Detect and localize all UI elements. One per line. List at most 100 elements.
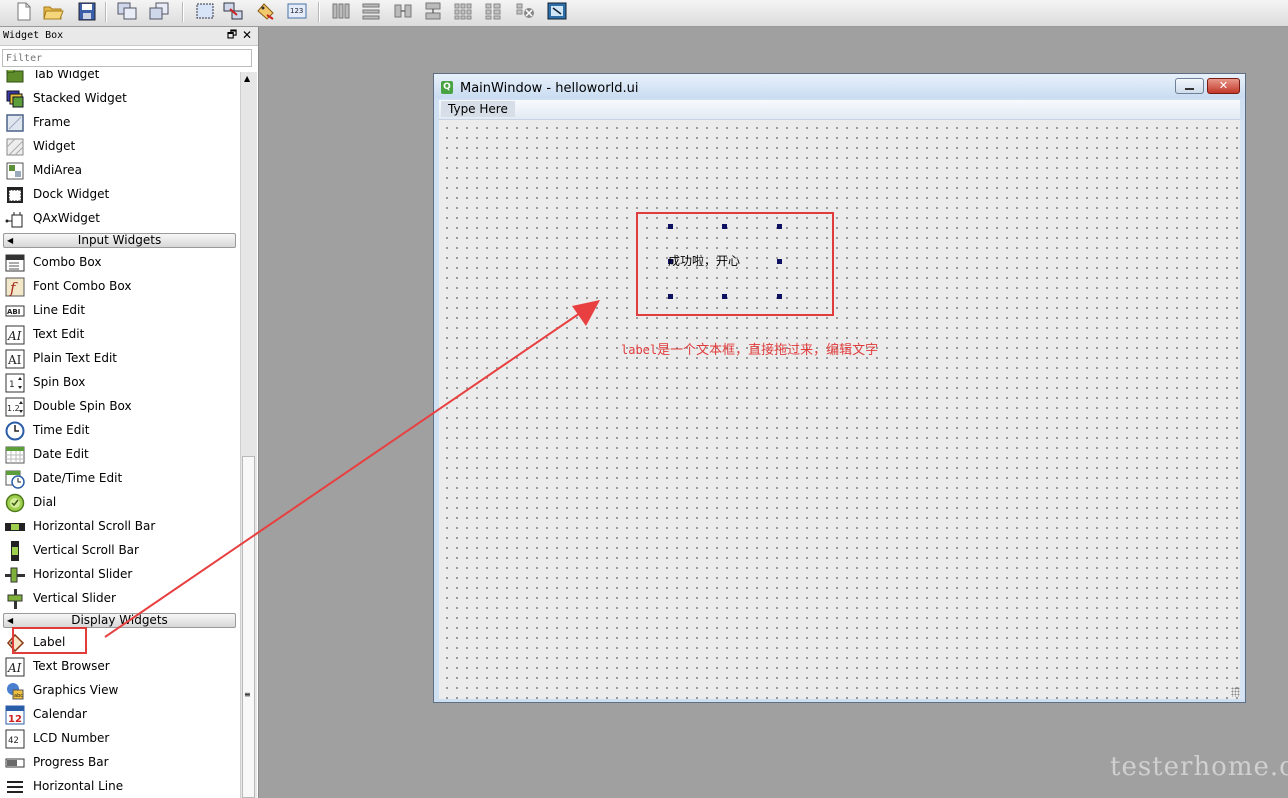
list-item-qax-widget[interactable]: QAxWidget <box>0 207 240 231</box>
main-window-form[interactable]: Q MainWindow - helloworld.ui ✕ Type Here… <box>433 73 1246 703</box>
save-icon[interactable] <box>76 1 98 21</box>
edit-tab-order-icon[interactable]: 123 <box>286 1 308 21</box>
edit-signals-slots-icon[interactable] <box>222 1 244 21</box>
widget-box-titlebar: Widget Box 🗗 ✕ <box>0 27 258 46</box>
layout-vertical-icon[interactable] <box>360 1 382 21</box>
list-item-label: Frame <box>33 115 71 129</box>
svg-text:abc: abc <box>14 693 23 699</box>
list-item-horizontal-slider[interactable]: Horizontal Slider <box>0 563 240 587</box>
category-display-widgets[interactable]: ◀ Display Widgets <box>3 613 236 628</box>
list-item-label: Vertical Slider <box>33 591 116 605</box>
list-item-vertical-slider[interactable]: Vertical Slider <box>0 587 240 611</box>
list-item-widget[interactable]: Widget <box>0 135 240 159</box>
list-item-progress-bar[interactable]: Progress Bar <box>0 751 240 775</box>
list-item-horizontal-scroll-bar[interactable]: Horizontal Scroll Bar <box>0 515 240 539</box>
list-item-dock-widget[interactable]: Dock Widget <box>0 183 240 207</box>
widget-list: Tab Widget Stacked Widget Frame Widget M… <box>0 70 240 798</box>
list-item-graphics-view[interactable]: abc Graphics View <box>0 679 240 703</box>
list-item-line-edit[interactable]: ABI Line Edit <box>0 299 240 323</box>
list-item-font-combo-box[interactable]: f Font Combo Box <box>0 275 240 299</box>
list-item-label: Progress Bar <box>33 755 109 769</box>
list-item-frame[interactable]: Frame <box>0 111 240 135</box>
list-item-date-time-edit[interactable]: Date/Time Edit <box>0 467 240 491</box>
svg-text:1: 1 <box>9 380 15 390</box>
edit-widgets-icon[interactable] <box>194 1 216 21</box>
list-item-horizontal-line[interactable]: Horizontal Line <box>0 775 240 798</box>
form-titlebar[interactable]: Q MainWindow - helloworld.ui ✕ <box>434 74 1245 98</box>
list-item-label: Text Edit <box>33 327 85 341</box>
list-item-label: Spin Box <box>33 375 86 389</box>
form-canvas[interactable]: 成功啦，开心 <box>439 120 1241 699</box>
new-file-icon[interactable] <box>12 1 34 21</box>
list-item-label: Graphics View <box>33 683 119 697</box>
list-item-date-edit[interactable]: Date Edit <box>0 443 240 467</box>
list-item-time-edit[interactable]: Time Edit <box>0 419 240 443</box>
layout-form-icon[interactable] <box>482 1 504 21</box>
float-panel-icon[interactable]: 🗗 <box>226 29 238 41</box>
annotation-description: 是一个文本框，直接拖过来，编辑文字 <box>657 343 879 358</box>
list-item-label: Tab Widget <box>33 70 100 81</box>
close-button[interactable]: ✕ <box>1207 78 1240 94</box>
layout-v-splitter-icon[interactable] <box>422 1 444 21</box>
list-item-double-spin-box[interactable]: 1.2 Double Spin Box <box>0 395 240 419</box>
scrollbar-grip-icon: ≡ <box>244 690 251 699</box>
list-item-label: Widget <box>33 139 76 153</box>
vertical-scroll-bar-icon <box>5 541 25 561</box>
list-item-label: Double Spin Box <box>33 399 132 413</box>
list-item-text-edit[interactable]: AI Text Edit <box>0 323 240 347</box>
svg-text:42: 42 <box>8 736 19 746</box>
widget-list-scrollbar[interactable]: ▲ ≡ <box>240 72 257 798</box>
calendar-icon: 12 <box>5 705 25 725</box>
close-panel-icon[interactable]: ✕ <box>241 29 253 41</box>
list-item-text-browser[interactable]: AI Text Browser <box>0 655 240 679</box>
edit-buddies-icon[interactable] <box>254 1 276 21</box>
list-item-mdi-area[interactable]: MdiArea <box>0 159 240 183</box>
minimize-button[interactable] <box>1175 78 1204 94</box>
text-edit-icon: AI <box>5 325 25 345</box>
list-item-vertical-scroll-bar[interactable]: Vertical Scroll Bar <box>0 539 240 563</box>
list-item-calendar[interactable]: 12 Calendar <box>0 703 240 727</box>
stacked-widget-icon <box>5 89 25 109</box>
form-title: MainWindow - helloworld.ui <box>460 81 639 96</box>
list-item-label: Dial <box>33 495 57 509</box>
list-item-label: MdiArea <box>33 163 82 177</box>
svg-text:1.2: 1.2 <box>7 404 20 413</box>
graphics-view-icon: abc <box>5 681 25 701</box>
layout-h-splitter-icon[interactable] <box>392 1 414 21</box>
horizontal-scroll-bar-icon <box>5 517 25 537</box>
open-folder-icon[interactable] <box>42 1 64 21</box>
lcd-number-icon: 42 <box>5 729 25 749</box>
list-item-label: Text Browser <box>33 659 110 673</box>
layout-horizontal-icon[interactable] <box>330 1 352 21</box>
adjust-size-icon[interactable] <box>546 1 568 21</box>
break-layout-icon[interactable] <box>514 1 536 21</box>
filter-input[interactable] <box>2 49 252 67</box>
bring-to-front-icon[interactable] <box>116 1 138 21</box>
list-item-lcd-number[interactable]: 42 LCD Number <box>0 727 240 751</box>
list-item-stacked-widget[interactable]: Stacked Widget <box>0 87 240 111</box>
list-item-tab-widget[interactable]: Tab Widget <box>0 70 240 87</box>
list-item-spin-box[interactable]: 1 Spin Box <box>0 371 240 395</box>
annotation-label-highlight <box>12 627 87 654</box>
form-right-edge <box>1240 120 1244 699</box>
list-item-dial[interactable]: Dial <box>0 491 240 515</box>
svg-text:123: 123 <box>290 7 303 15</box>
annotation-code-word: label <box>621 343 658 357</box>
send-to-back-icon[interactable] <box>148 1 170 21</box>
designer-toolbar: 123 <box>0 0 1288 27</box>
widget-box-panel: Widget Box 🗗 ✕ Tab Widget Stacked Widget… <box>0 27 259 798</box>
list-item-plain-text-edit[interactable]: AI Plain Text Edit <box>0 347 240 371</box>
list-item-combo-box[interactable]: Combo Box <box>0 251 240 275</box>
font-combo-box-icon: f <box>5 277 25 297</box>
widget-box-title: Widget Box <box>3 30 64 41</box>
category-input-widgets[interactable]: ◀ Input Widgets <box>3 233 236 248</box>
date-time-edit-icon <box>5 469 25 489</box>
scroll-up-arrow-icon[interactable]: ▲ <box>244 74 250 83</box>
list-item-label: Stacked Widget <box>33 91 127 105</box>
list-item-label: Calendar <box>33 707 87 721</box>
layout-grid-icon[interactable] <box>452 1 474 21</box>
type-here-menu-placeholder[interactable]: Type Here <box>441 101 515 117</box>
list-item-label: Date/Time Edit <box>33 471 123 485</box>
scrollbar-thumb[interactable] <box>242 456 255 798</box>
text-browser-icon: AI <box>5 657 25 677</box>
